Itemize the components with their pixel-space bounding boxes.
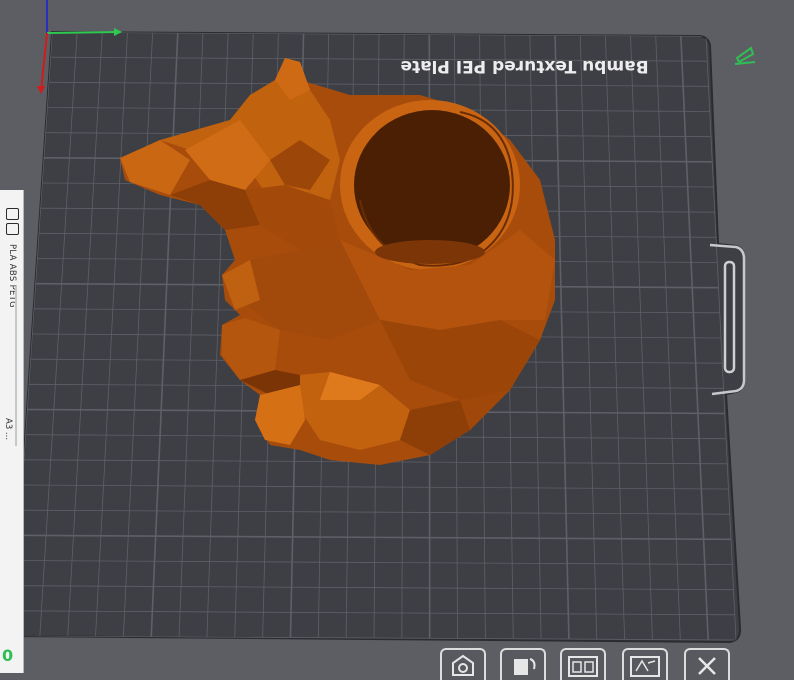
orient-button[interactable] (500, 648, 546, 680)
auto-icon (628, 653, 662, 677)
home-icon (448, 653, 478, 677)
close-button[interactable] (684, 648, 730, 680)
filament-edit-icon[interactable] (6, 223, 19, 235)
corner-indicator: 0 (2, 646, 13, 665)
plate-name-label: Bambu Textured PEI Plate (372, 52, 677, 80)
side-panel-divider (15, 286, 17, 446)
rotate-icon[interactable] (735, 48, 755, 64)
side-panel-icons (6, 208, 20, 238)
side-panel-secondary-text: A3 ... (3, 418, 13, 440)
3d-viewport[interactable] (0, 0, 794, 673)
orient-icon (508, 653, 538, 677)
filament-settings-icon[interactable] (6, 208, 19, 220)
arrange-button[interactable] (560, 648, 606, 680)
close-icon (692, 653, 722, 677)
auto-orient-button[interactable] (622, 648, 668, 680)
home-view-button[interactable] (440, 648, 486, 680)
arrange-icon (566, 653, 600, 677)
